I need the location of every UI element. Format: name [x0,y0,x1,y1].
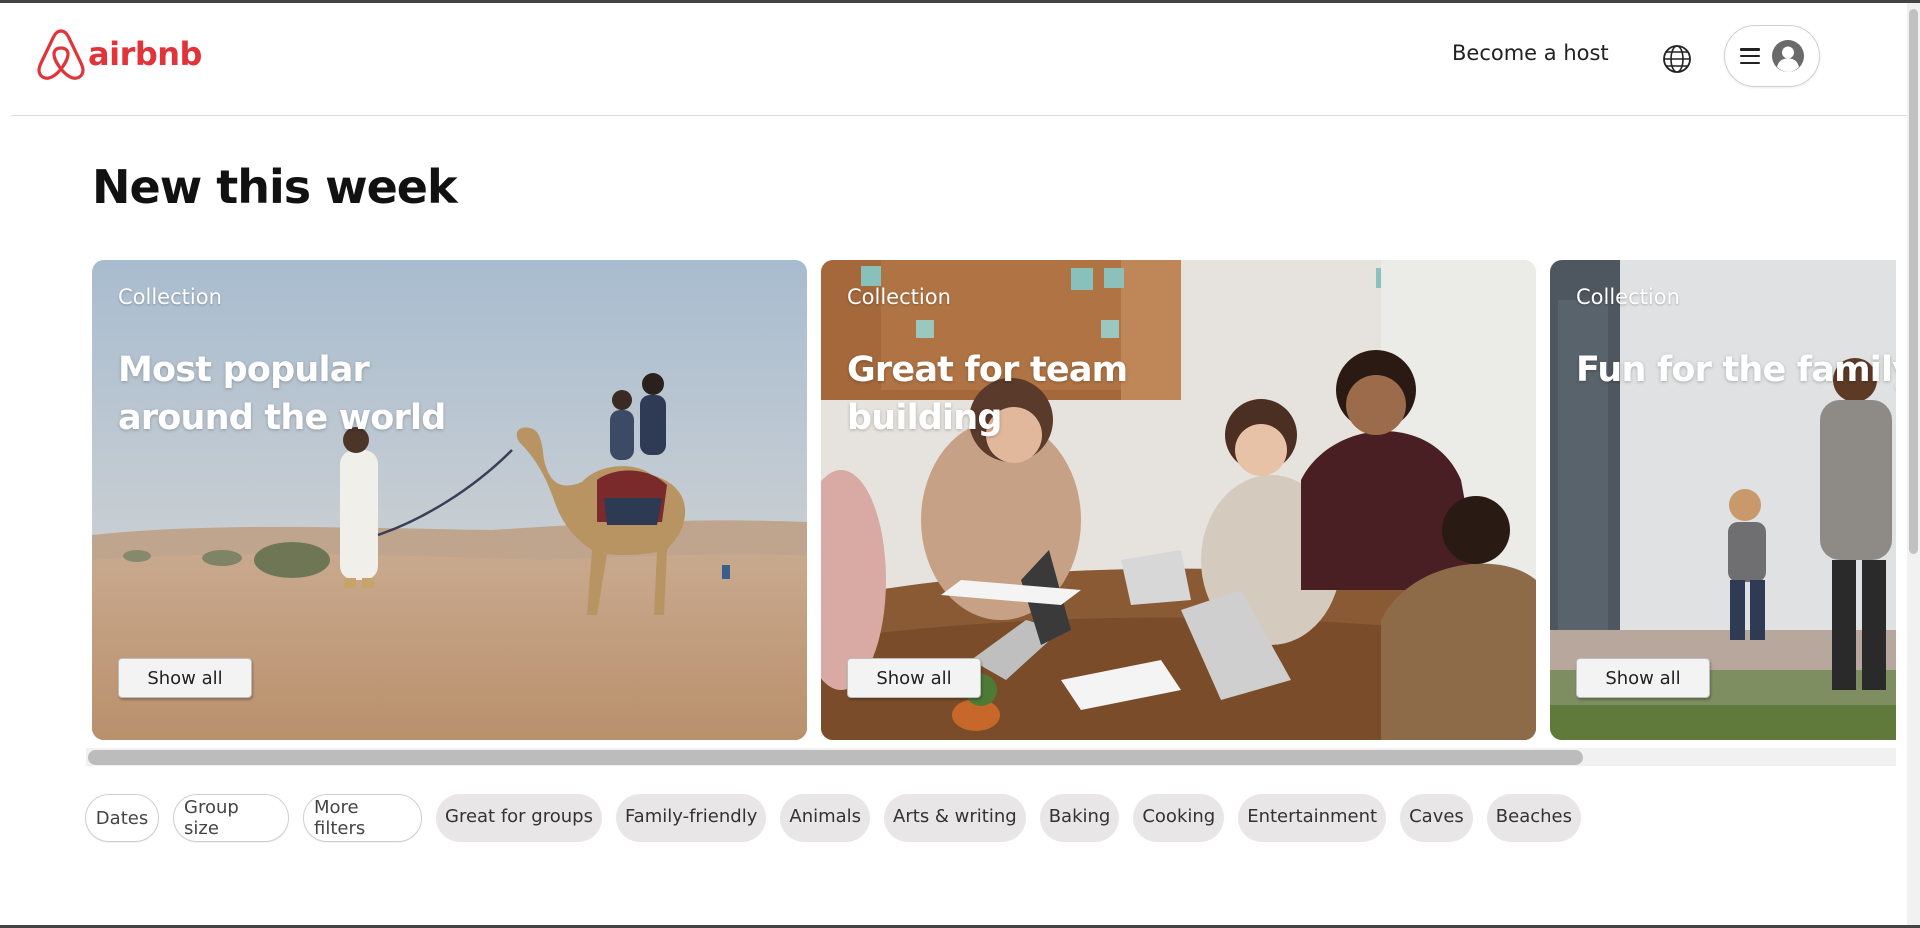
category-chip-great-for-groups[interactable]: Great for groups [436,794,602,842]
site-header: airbnb Become a host [11,3,1907,116]
card-title: Most popular around the world [118,350,446,438]
category-chip-caves[interactable]: Caves [1400,794,1473,842]
brand-name: airbnb [88,35,202,73]
collection-card-most-popular[interactable]: Collection Most popular around the world… [92,260,807,740]
user-avatar-icon [1772,40,1804,72]
collection-card-family[interactable]: Collection Fun for the family Show all [1550,260,1896,740]
category-chip-cooking[interactable]: Cooking [1133,794,1225,842]
category-chip-arts-writing[interactable]: Arts & writing [884,794,1026,842]
category-chip-entertainment[interactable]: Entertainment [1238,794,1387,842]
airbnb-logo-icon [37,29,85,80]
collections-carousel[interactable]: Collection Most popular around the world… [92,260,1896,740]
filter-bar: Dates Group size More filters Great for … [85,794,1582,842]
hamburger-menu-icon [1740,48,1760,64]
filter-group-size[interactable]: Group size [173,794,289,842]
page-scrollbar[interactable] [1907,3,1920,925]
category-chip-baking[interactable]: Baking [1039,794,1120,842]
carousel-scrollbar[interactable] [86,748,1896,766]
carousel-scrollbar-thumb[interactable] [88,750,1583,765]
page-title: New this week [92,160,458,214]
show-all-button[interactable]: Show all [118,658,252,698]
filter-dates[interactable]: Dates [85,794,159,842]
user-menu-button[interactable] [1724,25,1820,87]
category-chip-beaches[interactable]: Beaches [1486,794,1582,842]
become-a-host-link[interactable]: Become a host [1452,41,1609,65]
card-tag: Collection [1576,285,1680,309]
category-chip-family-friendly[interactable]: Family-friendly [615,794,767,842]
show-all-button[interactable]: Show all [847,658,981,698]
card-tag: Collection [847,285,951,309]
page-scrollbar-thumb[interactable] [1909,9,1918,554]
globe-icon[interactable] [1660,42,1694,76]
card-title: Great for team building [847,350,1128,438]
card-tag: Collection [118,285,222,309]
filter-more-filters[interactable]: More filters [303,794,422,842]
collection-card-team-building[interactable]: Collection Great for team building Show … [821,260,1536,740]
airbnb-logo[interactable]: airbnb [36,27,202,81]
category-chip-animals[interactable]: Animals [780,794,871,842]
show-all-button[interactable]: Show all [1576,658,1710,698]
card-title: Fun for the family [1576,350,1896,390]
